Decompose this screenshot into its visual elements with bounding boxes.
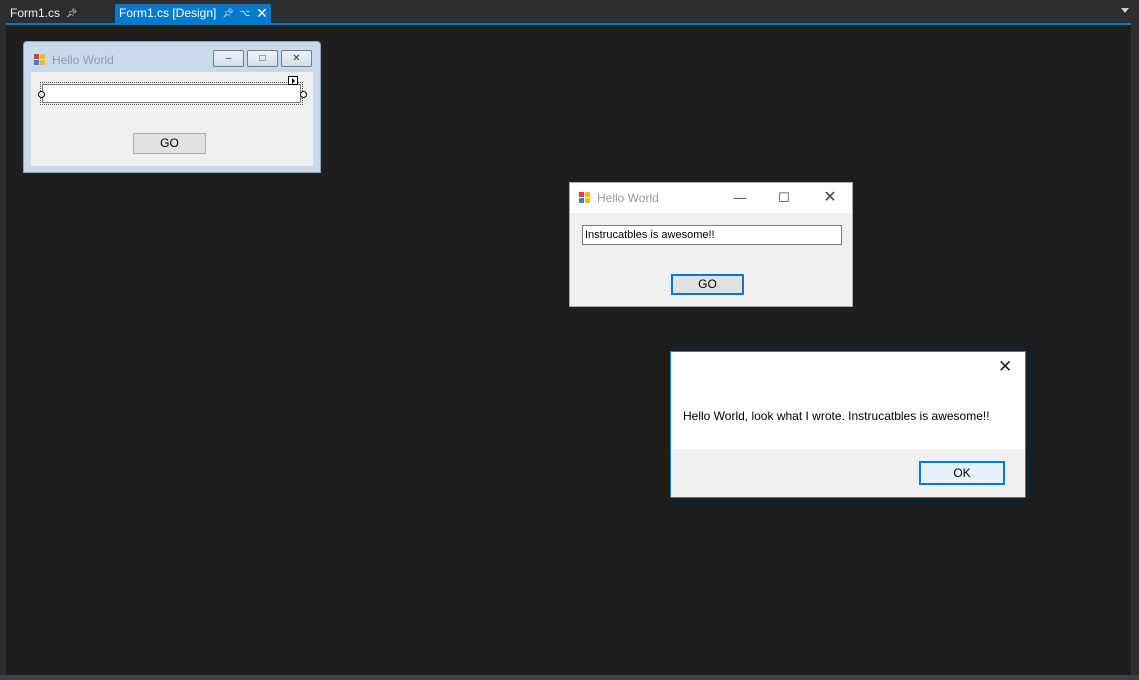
running-form-hello-world[interactable]: Hello World — ☐ ✕ Instrucatbles is aweso… [569,182,853,307]
tab-label: Form1.cs [Design] [119,6,217,20]
tab-form1-cs[interactable]: Form1.cs 📌︎ [6,4,86,23]
tab-label: Form1.cs [10,6,61,20]
resize-handle-left[interactable] [38,91,45,98]
close-tab-icon[interactable]: ✕ [256,4,268,22]
vertical-scrollbar[interactable] [1131,25,1139,675]
tab-dropdown-icon[interactable] [1121,8,1129,13]
designer-textbox[interactable] [42,84,301,103]
maximize-icon[interactable]: □ [247,50,278,67]
message-box-dialog[interactable]: ✕ Hello World, look what I wrote. Instru… [670,351,1026,498]
close-icon[interactable]: ✕ [810,186,850,210]
running-go-button[interactable]: GO [671,274,744,295]
app-icon [579,192,591,204]
designer-go-button[interactable]: GO [133,133,206,154]
minimize-icon[interactable]: – [213,50,244,67]
close-icon[interactable]: ✕ [998,357,1012,377]
close-icon[interactable]: ✕ [281,50,312,67]
running-textbox[interactable]: Instrucatbles is awesome!! [582,225,842,245]
pin-icon[interactable]: 📌︎ [66,4,77,23]
smart-tag-icon[interactable] [288,76,298,85]
tab-form1-design[interactable]: Form1.cs [Design] 📌︎ ⌥ ✕ [115,4,271,23]
running-form-titlebar[interactable]: Hello World — ☐ ✕ [570,183,852,213]
horizontal-scrollbar[interactable] [0,675,1139,680]
designer-form-hello-world[interactable]: Hello World – □ ✕ GO [23,41,321,173]
minimize-icon[interactable]: — [720,186,760,210]
ok-button[interactable]: OK [919,461,1005,485]
pin-icon[interactable]: 📌︎ [222,4,233,23]
message-text: Hello World, look what I wrote. Instruca… [683,409,990,423]
designer-form-title: Hello World [34,53,114,67]
running-form-title: Hello World [579,191,659,205]
app-icon [34,54,46,66]
maximize-icon[interactable]: ☐ [764,186,804,210]
document-tab-strip: Form1.cs 📌︎ Form1.cs [Design] 📌︎ ⌥ ✕ [0,0,1139,23]
designer-form-title-text: Hello World [52,53,114,67]
message-box-footer: OK [671,449,1025,497]
designer-form-client-area[interactable]: GO [31,72,313,166]
resize-handle-right[interactable] [300,91,307,98]
keep-open-icon[interactable]: ⌥ [240,4,250,23]
running-form-title-text: Hello World [597,191,659,205]
